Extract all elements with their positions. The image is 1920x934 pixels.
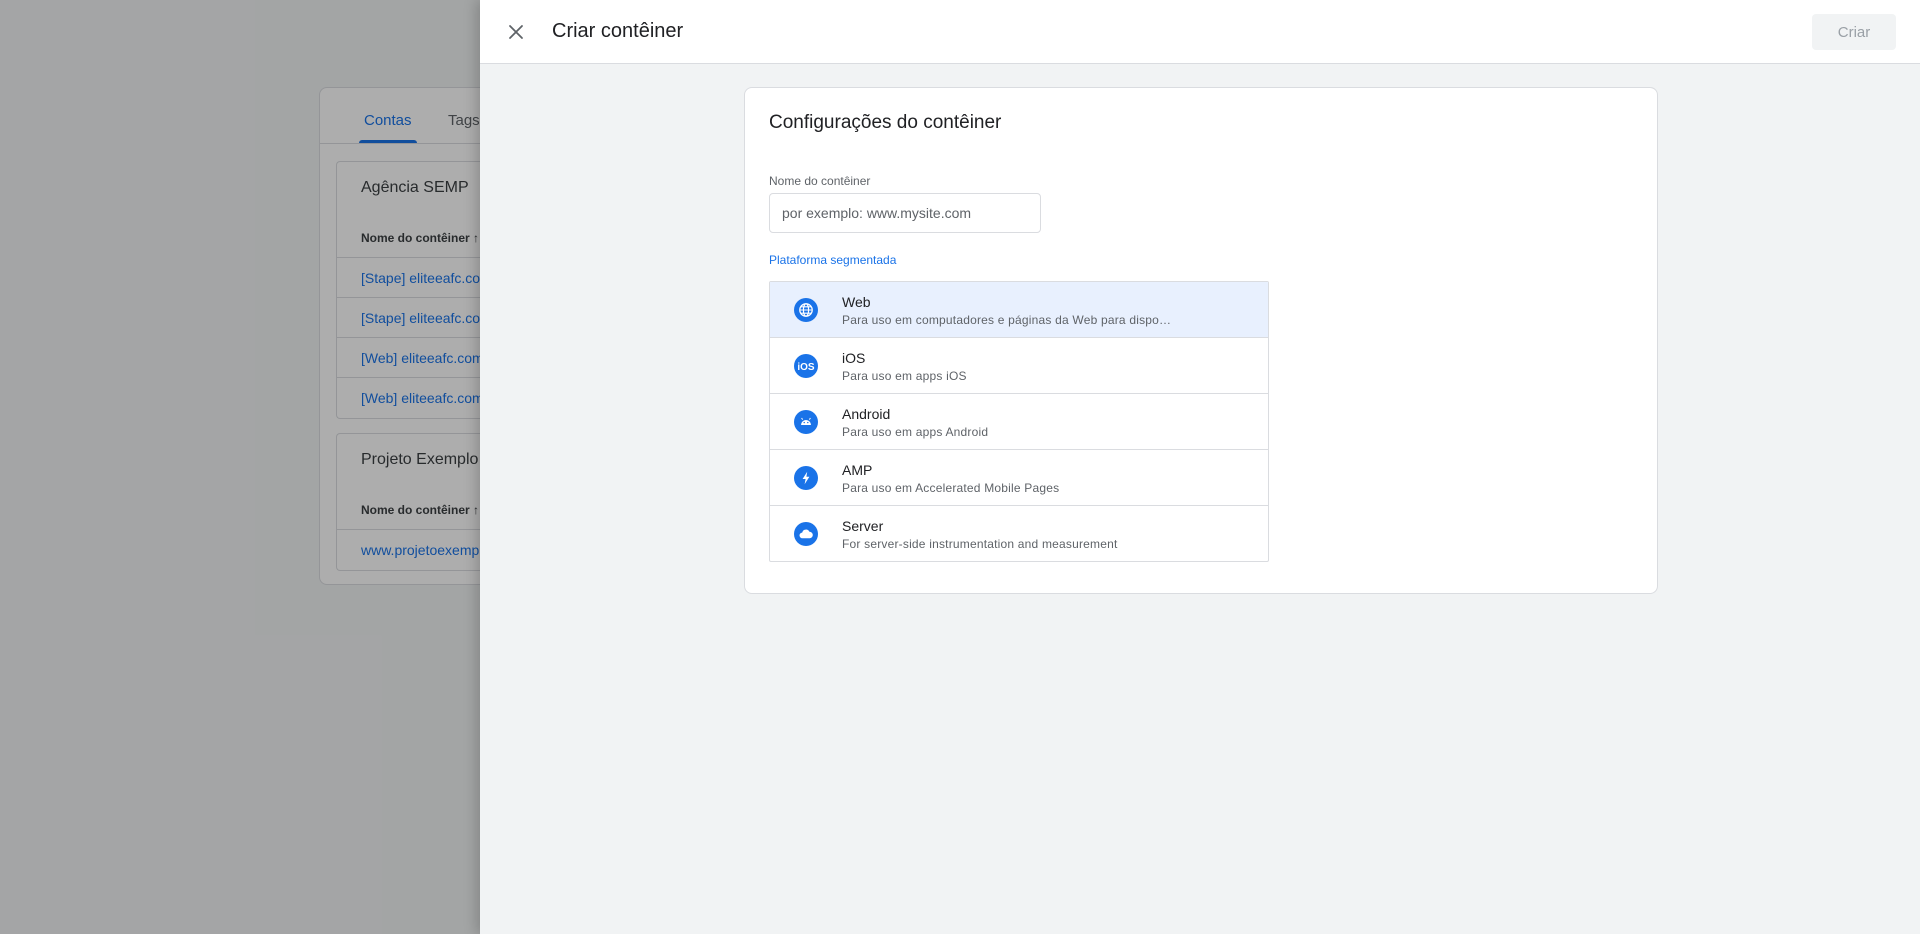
create-container-drawer: Criar contêiner Criar Configurações do c… [480,0,1920,934]
platform-description: For server-side instrumentation and meas… [842,537,1118,551]
platform-name: AMP [842,462,873,478]
create-button[interactable]: Criar [1812,14,1896,50]
platform-description: Para uso em computadores e páginas da We… [842,313,1172,327]
platform-description: Para uso em Accelerated Mobile Pages [842,481,1060,495]
platform-list: Web Para uso em computadores e páginas d… [769,281,1269,562]
platform-option-android[interactable]: Android Para uso em apps Android [770,394,1268,450]
cloud-icon [794,522,818,546]
platform-description: Para uso em apps iOS [842,369,967,383]
close-icon [509,25,523,39]
close-button[interactable] [498,14,534,50]
globe-icon [794,298,818,322]
platform-name: Server [842,518,884,534]
container-settings-card: Configurações do contêiner Nome do contê… [744,87,1658,594]
platform-name: Web [842,294,871,310]
container-name-label: Nome do contêiner [769,174,871,188]
card-title: Configurações do contêiner [769,112,1002,133]
platform-option-web[interactable]: Web Para uso em computadores e páginas d… [770,282,1268,338]
platform-name: iOS [842,350,866,366]
android-icon [794,410,818,434]
platform-option-server[interactable]: Server For server-side instrumentation a… [770,506,1268,561]
platform-description: Para uso em apps Android [842,425,989,439]
platform-name: Android [842,406,891,422]
drawer-header: Criar contêiner Criar [480,0,1920,64]
amp-bolt-icon [794,466,818,490]
platform-option-ios[interactable]: iOS iOS Para uso em apps iOS [770,338,1268,394]
container-name-input[interactable] [769,193,1041,233]
target-platform-label: Plataforma segmentada [769,253,897,267]
drawer-title: Criar contêiner [552,20,684,42]
platform-option-amp[interactable]: AMP Para uso em Accelerated Mobile Pages [770,450,1268,506]
ios-icon: iOS [794,354,818,378]
svg-text:iOS: iOS [797,362,815,372]
